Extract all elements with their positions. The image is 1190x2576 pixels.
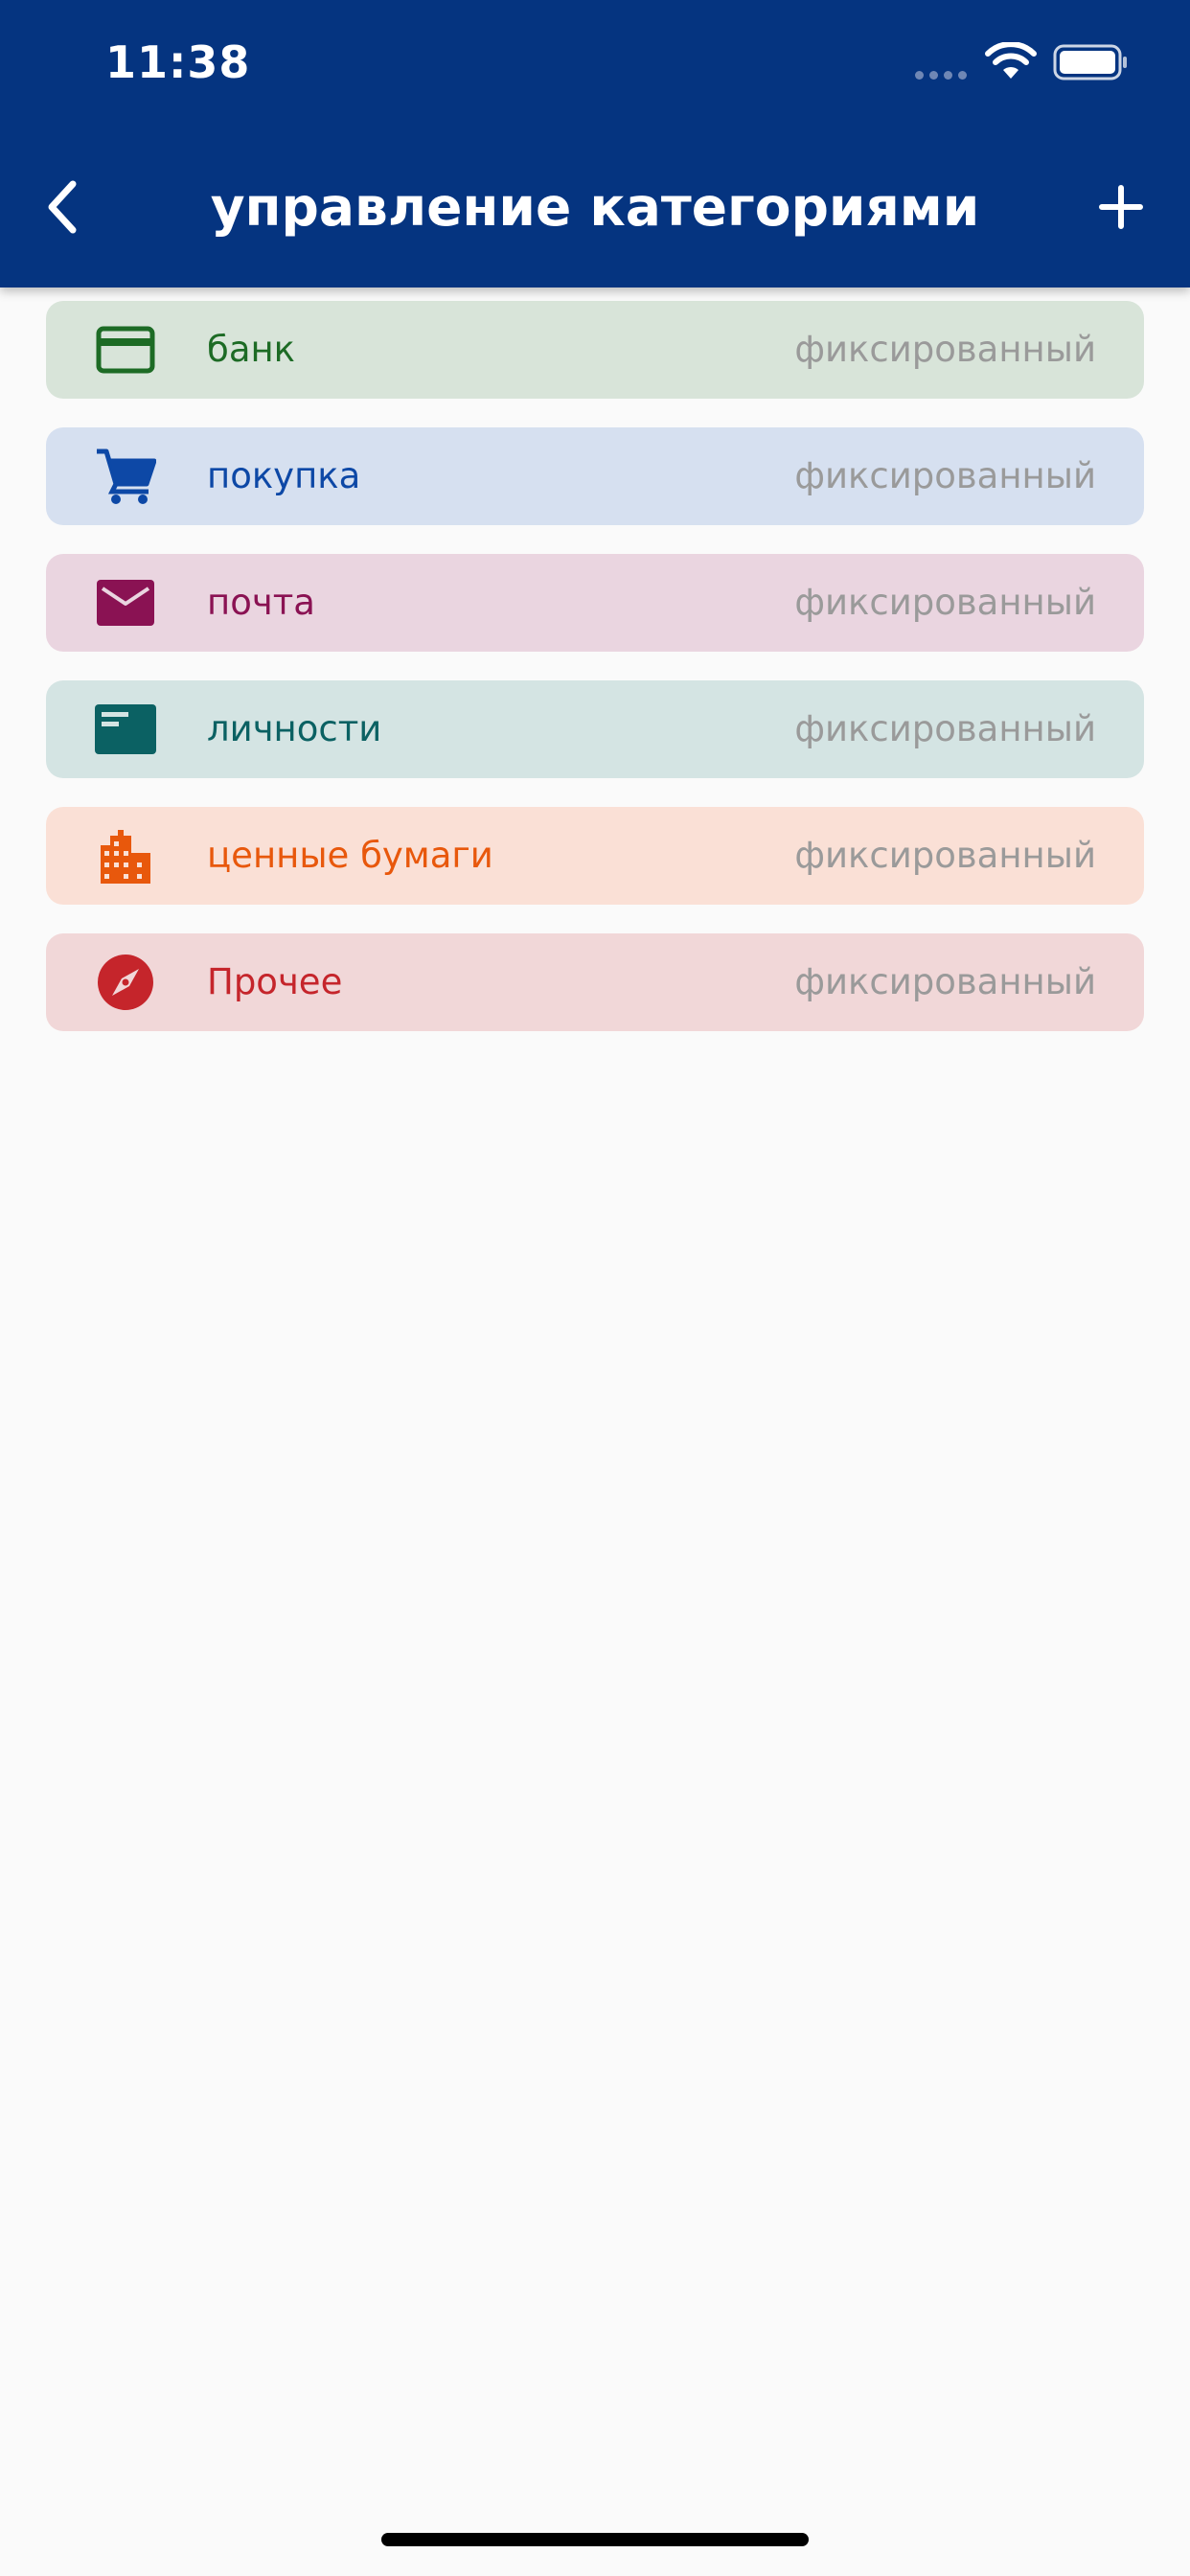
category-status: фиксированный [794,835,1096,876]
category-row-identity[interactable]: личности фиксированный [46,680,1144,778]
category-label: Прочее [207,961,343,1002]
category-label: покупка [207,455,361,496]
credit-card-icon [94,321,157,379]
category-status: фиксированный [794,455,1096,496]
plus-icon [1099,185,1143,229]
id-card-icon [94,701,157,758]
home-indicator[interactable] [381,2533,809,2546]
building-icon [94,827,157,885]
category-row-other[interactable]: Прочее фиксированный [46,933,1144,1031]
category-label: банк [207,329,296,370]
shopping-cart-icon [94,448,157,505]
category-status: фиксированный [794,329,1096,370]
category-label: ценные бумаги [207,835,493,876]
wifi-icon [985,41,1037,84]
status-time: 11:38 [105,36,251,88]
cellular-signal-icon [915,71,967,80]
category-row-mail[interactable]: почта фиксированный [46,554,1144,652]
page-title: управление категориями [210,176,980,238]
category-status: фиксированный [794,708,1096,749]
compass-icon [94,954,157,1011]
battery-icon [1053,44,1130,84]
category-label: почта [207,582,315,623]
category-row-securities[interactable]: ценные бумаги фиксированный [46,807,1144,905]
navigation-header: 11:38 управление категориями [0,0,1190,288]
category-label: личности [207,708,382,749]
mail-icon [94,574,157,632]
category-row-purchase[interactable]: покупка фиксированный [46,427,1144,525]
category-status: фиксированный [794,961,1096,1002]
category-status: фиксированный [794,582,1096,623]
category-list: банк фиксированный покупка фиксированный… [46,301,1144,1060]
category-row-bank[interactable]: банк фиксированный [46,301,1144,399]
add-category-button[interactable] [1092,172,1150,242]
